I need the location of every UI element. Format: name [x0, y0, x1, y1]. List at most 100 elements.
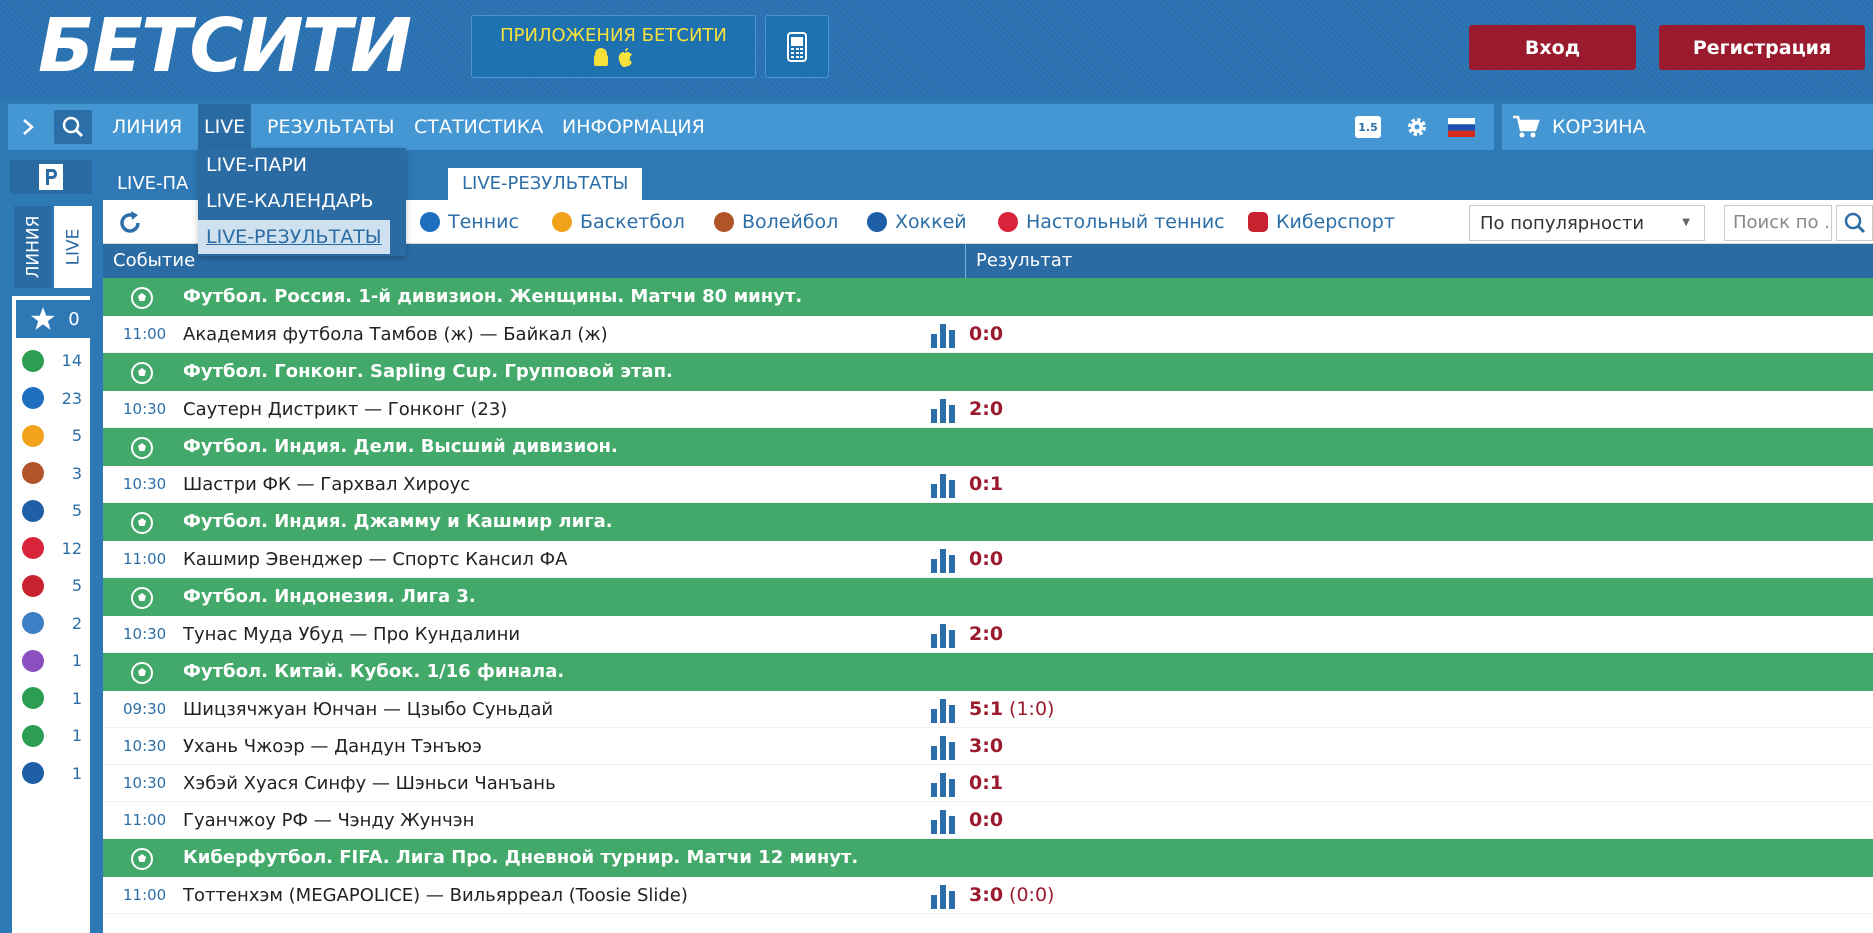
event-teams: Хэбэй Хуася Синфу — Шэньси Чанъань: [183, 773, 556, 794]
star-icon: [31, 307, 56, 330]
event-time: 11:00: [123, 886, 167, 904]
event-score: 0:0: [969, 316, 1009, 353]
sidebar-sport-count: 12: [61, 538, 82, 558]
event-score: 0:1: [969, 466, 1009, 503]
esports-icon: [1248, 212, 1268, 232]
event-time: 11:00: [123, 550, 167, 568]
column-result: Результат: [976, 250, 1073, 271]
table-row[interactable]: 11:00 Тоттенхэм (MEGAPOLICE) — Вильярреал…: [103, 877, 1873, 914]
filter-hockey[interactable]: Хоккей: [867, 200, 967, 244]
apps-button-label: ПРИЛОЖЕНИЯ БЕТСИТИ: [500, 25, 727, 46]
refresh-icon[interactable]: [117, 210, 143, 236]
main-navbar: ЛИНИЯ LIVE РЕЗУЛЬТАТЫ СТАТИСТИКА ИНФОРМА…: [8, 104, 1494, 150]
sidebar-sport-item[interactable]: 1: [12, 642, 90, 679]
nav-item-info[interactable]: ИНФОРМАЦИЯ: [562, 104, 705, 150]
football-icon: [22, 687, 44, 709]
nav-item-results[interactable]: РЕЗУЛЬТАТЫ: [267, 104, 395, 150]
sidebar-tab-live[interactable]: LIVE: [54, 206, 92, 288]
league-row: Футбол. Китай. Кубок. 1/16 финала.: [103, 653, 1873, 691]
league-row: Киберфутбол. FIFA. Лига Про. Дневной тур…: [103, 839, 1873, 877]
sidebar-sport-item[interactable]: 23: [12, 380, 90, 417]
table-row[interactable]: 11:00 Кашмир Эвенджер — Спортс Кансил ФА 0…: [103, 541, 1873, 578]
gear-icon[interactable]: [1405, 115, 1429, 139]
volleyball-icon: [22, 462, 44, 484]
dropdown-item-live-results[interactable]: LIVE-РЕЗУЛЬТАТЫ: [198, 220, 390, 254]
filter-table-tennis-label: Настольный теннис: [1026, 211, 1225, 233]
event-score: 3:0 (0:0): [969, 877, 1054, 914]
sidebar-sport-item[interactable]: 5: [12, 567, 90, 604]
table-tennis-icon: [22, 537, 44, 559]
table-row[interactable]: 10:30 Саутерн Дистрикт — Гонконг (23) 2:0: [103, 391, 1873, 428]
dropdown-item-live-bets[interactable]: LIVE-ПАРИ: [206, 148, 307, 182]
subtab-live-bets[interactable]: LIVE-ПА: [103, 168, 202, 200]
event-score: 0:0: [969, 541, 1009, 578]
main-content: LIVE-ПА РЬ LIVE-РЕЗУЛЬТАТЫ Теннис Баскет…: [103, 158, 1873, 933]
header: БЕТСИТИ ПРИЛОЖЕНИЯ БЕТСИТИ Вход Регистра…: [0, 0, 1873, 100]
event-score: 0:0: [969, 802, 1009, 839]
sidebar-sports-list: 0 14 23 5 3 5 12 5 2 1 1 1 1: [12, 296, 94, 933]
event-half-score: (1:0): [1009, 698, 1055, 720]
nav-item-statistics[interactable]: СТАТИСТИКА: [414, 104, 543, 150]
table-row[interactable]: 10:30 Шастри ФК — Гархвал Хироус 0:1: [103, 466, 1873, 503]
mobile-version-button[interactable]: [765, 15, 829, 78]
filter-tennis-label: Теннис: [448, 211, 519, 233]
filter-volleyball[interactable]: Волейбол: [714, 200, 838, 244]
event-score-value: 2:0: [969, 398, 1004, 420]
sidebar-sport-count: 5: [71, 501, 82, 520]
event-score-value: 3:0: [969, 884, 1004, 906]
event-time: 10:30: [123, 625, 167, 643]
event-teams: Академия футбола Тамбов (ж) — Байкал (ж): [183, 324, 608, 345]
filter-esports[interactable]: Киберспорт: [1248, 200, 1395, 244]
sidebar-sport-count: 5: [71, 426, 82, 445]
nav-search-button[interactable]: [54, 110, 92, 144]
sidebar-sport-item[interactable]: 1: [12, 717, 90, 754]
russia-flag-icon[interactable]: [1448, 118, 1475, 137]
sidebar-tab-line[interactable]: ЛИНИЯ: [14, 206, 52, 288]
sidebar-sport-item[interactable]: 1: [12, 755, 90, 792]
sort-select[interactable]: По популярности ▼: [1469, 205, 1705, 241]
statistics-icon[interactable]: [930, 883, 956, 922]
sidebar-sport-item[interactable]: 3: [12, 455, 90, 492]
event-score-value: 3:0: [969, 735, 1004, 757]
sidebar-sport-item[interactable]: 1: [12, 680, 90, 717]
subtab-live-results[interactable]: LIVE-РЕЗУЛЬТАТЫ: [448, 168, 643, 200]
sidebar-toggle[interactable]: [8, 104, 48, 150]
filter-basketball[interactable]: Баскетбол: [552, 200, 685, 244]
sidebar-sport-item[interactable]: 12: [12, 530, 90, 567]
coefficient-format-badge[interactable]: 1.5: [1355, 116, 1381, 138]
table-row[interactable]: 11:00 Гуанчжоу РФ — Чэнду Жунчэн 0:0: [103, 802, 1873, 839]
sidebar-sport-item[interactable]: 14: [12, 342, 90, 379]
logo[interactable]: БЕТСИТИ: [38, 6, 412, 86]
filter-tennis[interactable]: Теннис: [420, 200, 519, 244]
left-sidebar: ЛИНИЯ LIVE 0 14 23 5 3 5 12 5 2 1 1 1 1: [8, 158, 94, 933]
table-row[interactable]: 11:00 Академия футбола Тамбов (ж) — Байка…: [103, 316, 1873, 353]
table-row[interactable]: 09:30 Шицзячжуан Юнчан — Цзыбо Суньдай 5:1…: [103, 691, 1873, 728]
nav-item-live[interactable]: LIVE: [198, 104, 252, 150]
apps-button[interactable]: ПРИЛОЖЕНИЯ БЕТСИТИ: [471, 15, 756, 78]
hockey-icon: [22, 499, 44, 522]
dropdown-item-live-calendar[interactable]: LIVE-КАЛЕНДАРЬ: [206, 184, 373, 218]
cart-button[interactable]: КОРЗИНА: [1502, 104, 1873, 150]
parking-button[interactable]: [10, 160, 92, 194]
sidebar-sport-item[interactable]: 2: [12, 605, 90, 642]
register-button[interactable]: Регистрация: [1659, 25, 1865, 70]
table-row[interactable]: 10:30 Ухань Чжоэр — Дандун Тэнъюэ 3:0: [103, 728, 1873, 765]
field-hockey-icon: [22, 724, 44, 747]
table-row[interactable]: 10:30 Тунас Муда Убуд — Про Кундалини 2:0: [103, 616, 1873, 653]
sidebar-sport-item[interactable]: 5: [12, 492, 90, 529]
tennis-icon: [22, 387, 44, 409]
login-button[interactable]: Вход: [1469, 25, 1636, 70]
filter-table-tennis[interactable]: Настольный теннис: [998, 200, 1225, 244]
sidebar-sport-count: 5: [71, 576, 82, 595]
favorites-button[interactable]: 0: [16, 300, 94, 338]
basketball-icon: [22, 424, 44, 447]
esports-icon: [22, 574, 44, 597]
column-divider: [965, 244, 966, 278]
event-search-input[interactable]: Поиск по ...: [1724, 205, 1832, 241]
nav-item-line[interactable]: ЛИНИЯ: [112, 104, 182, 150]
event-search-button[interactable]: [1836, 205, 1873, 241]
table-row[interactable]: 10:30 Хэбэй Хуася Синфу — Шэньси Чанъань 0…: [103, 765, 1873, 802]
water-polo-icon: [22, 649, 44, 672]
sidebar-sport-count: 1: [71, 726, 82, 745]
sidebar-sport-item[interactable]: 5: [12, 417, 90, 454]
